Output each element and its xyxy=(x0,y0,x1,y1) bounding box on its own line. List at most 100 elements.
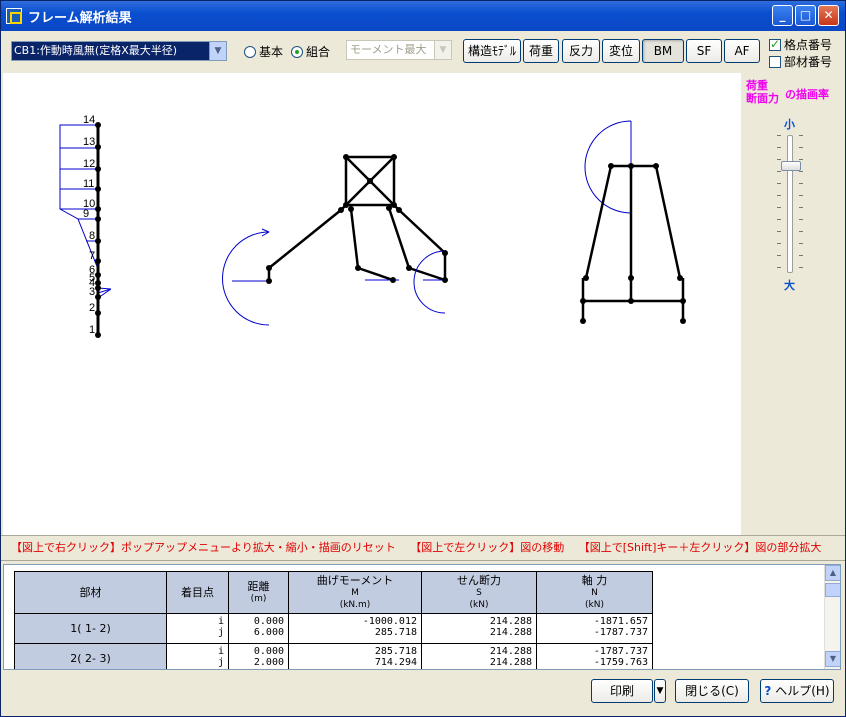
node-marker xyxy=(390,277,396,283)
table-row[interactable]: 2( 2- 3) i j 0.000 2.000 285.718 714.294… xyxy=(14,643,653,669)
node-marker xyxy=(95,332,101,338)
node-marker xyxy=(95,310,101,316)
chevron-down-icon[interactable]: ▼ xyxy=(209,42,226,60)
scroll-thumb[interactable] xyxy=(825,583,840,597)
cell-shear: 214.288 214.288 xyxy=(421,613,537,644)
load-case-select[interactable]: CB1:作動時風無(定格X最大半径) ▼ xyxy=(11,41,227,61)
draw-scale-slider-track[interactable] xyxy=(787,135,793,273)
radio-combined-dot[interactable] xyxy=(291,45,303,58)
col-axial: 軸 力 N (kN) xyxy=(536,571,653,614)
node-marker xyxy=(583,275,589,281)
middle-frame xyxy=(267,155,447,282)
node-marker xyxy=(406,265,412,271)
load-case-value: CB1:作動時風無(定格X最大半径) xyxy=(14,44,178,57)
close-window-button[interactable]: ✕ xyxy=(818,5,839,26)
col-point: 着目点 xyxy=(166,571,229,614)
radio-combined-label: 組合 xyxy=(306,45,331,59)
radio-basic[interactable]: 基本 xyxy=(244,43,283,60)
cell-axial: -1787.737 -1759.763 xyxy=(536,643,653,669)
node-label: 1 xyxy=(89,324,95,336)
help-icon: ? xyxy=(764,684,772,698)
maximize-button[interactable]: □ xyxy=(795,5,816,26)
node-marker xyxy=(95,122,101,128)
col-moment-unit: (kN.m) xyxy=(339,599,371,610)
col-shear-sym: S xyxy=(476,587,482,598)
table-row[interactable]: 1( 1- 2) i j 0.000 6.000 -1000.012 285.7… xyxy=(14,613,653,644)
radio-basic-dot[interactable] xyxy=(244,45,256,58)
frame-diagram-canvas[interactable]: 14 13 12 11 10 9 8 7 6 5 4 3 2 1 xyxy=(3,73,741,535)
node-marker xyxy=(391,202,397,208)
node-marker xyxy=(95,272,101,278)
node-marker xyxy=(628,163,634,169)
node-marker xyxy=(348,206,354,212)
cell-member: 1( 1- 2) xyxy=(14,613,167,644)
load-button[interactable]: 荷重 xyxy=(523,39,559,63)
toolbar: CB1:作動時風無(定格X最大半径) ▼ 基本 組合 モーメント最大 ▼ 構造ﾓ… xyxy=(1,31,845,71)
node-number-box[interactable] xyxy=(769,37,781,51)
scroll-up-icon[interactable]: ▲ xyxy=(825,565,840,581)
cell-member: 2( 2- 3) xyxy=(14,643,167,669)
table-scrollbar[interactable]: ▲ ▼ xyxy=(824,565,840,669)
node-label: 7 xyxy=(89,250,95,262)
node-label: 2 xyxy=(89,302,95,314)
draw-scale-panel: 荷重 断面力 の描画率 小 大 xyxy=(741,73,843,535)
structure-model-button[interactable]: 構造ﾓﾃﾞﾙ xyxy=(463,39,521,63)
usage-hint-bar: 【図上で右クリック】ポップアップメニューより拡大・縮小・描画のリセット 【図上で… xyxy=(1,535,845,561)
reaction-button[interactable]: 反力 xyxy=(562,39,600,63)
node-marker xyxy=(343,154,349,160)
node-marker xyxy=(95,294,101,300)
node-marker xyxy=(680,298,686,304)
member-number-checkbox[interactable]: 部材番号 xyxy=(769,53,832,70)
moment-mode-select[interactable]: モーメント最大 ▼ xyxy=(346,40,452,60)
col-shear: せん断力 S (kN) xyxy=(421,571,537,614)
left-node-labels: 1413121110987654321 xyxy=(83,114,95,336)
member-number-box[interactable] xyxy=(769,55,781,68)
close-button[interactable]: 閉じる(C) xyxy=(675,679,749,703)
node-label: 14 xyxy=(83,114,95,126)
node-marker xyxy=(355,265,361,271)
cell-moment: -1000.012 285.718 xyxy=(288,613,422,644)
middle-moment-arcs xyxy=(222,228,446,326)
col-distance-label: 距離 xyxy=(247,579,270,593)
node-number-label: 格点番号 xyxy=(784,38,833,52)
node-marker xyxy=(391,154,397,160)
draw-scale-slider-thumb[interactable] xyxy=(781,161,801,171)
frame-diagram-svg[interactable]: 1413121110987654321 xyxy=(3,73,741,535)
node-number-checkbox[interactable]: 格点番号 xyxy=(769,36,832,53)
col-axial-unit: (kN) xyxy=(585,599,604,610)
col-distance: 距離 (m) xyxy=(228,571,289,614)
cell-distance: 0.000 6.000 xyxy=(228,613,289,644)
radio-combined[interactable]: 組合 xyxy=(291,43,330,60)
print-dropdown-button[interactable]: ▼ xyxy=(654,679,666,703)
node-marker xyxy=(653,163,659,169)
radio-basic-label: 基本 xyxy=(259,45,284,59)
node-label: 11 xyxy=(83,178,94,190)
slider-ticks-left xyxy=(777,135,781,273)
node-marker xyxy=(677,275,683,281)
slider-ticks-right xyxy=(799,135,803,273)
node-marker xyxy=(680,318,686,324)
minimize-button[interactable]: _ xyxy=(772,5,793,26)
sf-button[interactable]: SF xyxy=(686,39,722,63)
scale-label-load: 荷重 断面力 xyxy=(746,79,779,105)
af-button[interactable]: AF xyxy=(724,39,760,63)
col-shear-unit: (kN) xyxy=(469,599,489,610)
cell-point: i j xyxy=(166,613,229,644)
node-marker xyxy=(628,275,634,281)
scroll-down-icon[interactable]: ▼ xyxy=(825,651,840,667)
bm-button[interactable]: BM xyxy=(642,39,684,63)
print-button[interactable]: 印刷 xyxy=(591,679,653,703)
displacement-button[interactable]: 変位 xyxy=(602,39,640,63)
node-marker xyxy=(396,207,402,213)
node-label: 13 xyxy=(83,136,95,148)
window-title: フレーム解析結果 xyxy=(28,10,132,26)
col-moment-label: 曲げモーメント xyxy=(316,573,394,587)
node-marker xyxy=(95,166,101,172)
chevron-down-icon[interactable]: ▼ xyxy=(434,41,451,59)
help-button[interactable]: ? ヘルプ(H) xyxy=(760,679,834,703)
node-marker xyxy=(386,205,392,211)
node-label: 9 xyxy=(83,208,89,220)
cell-point: i j xyxy=(166,643,229,669)
result-table-area: 部材 着目点 距離 (m) 曲げモーメント M (kN.m) せん断力 S (k… xyxy=(3,564,841,670)
node-marker xyxy=(95,144,101,150)
